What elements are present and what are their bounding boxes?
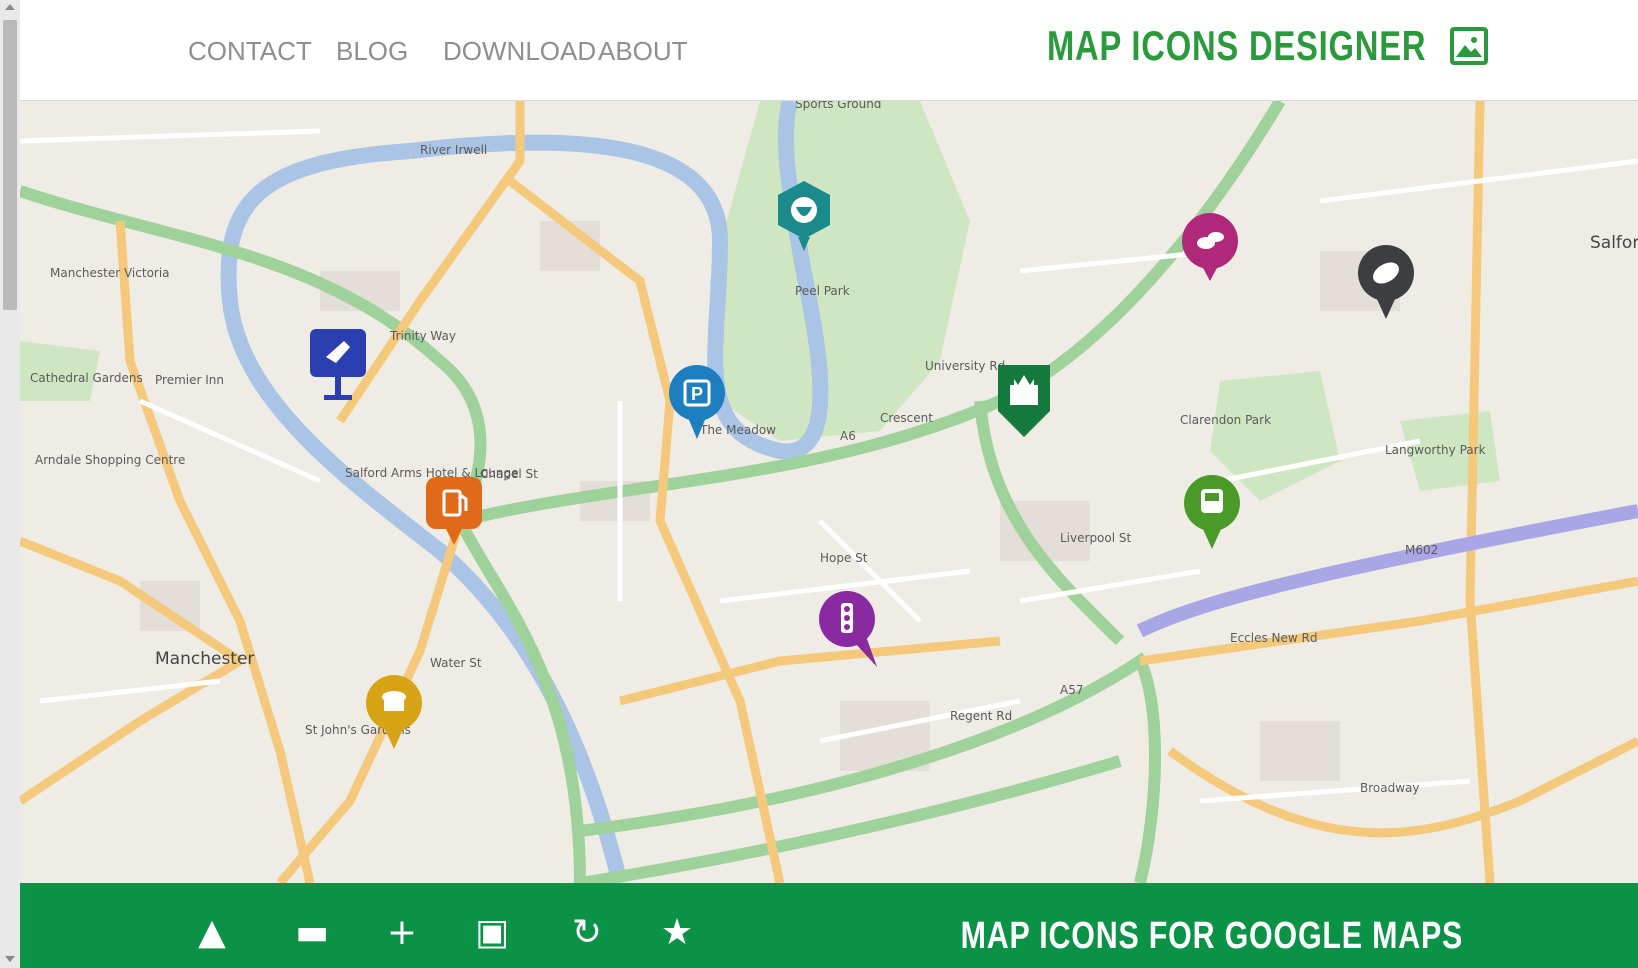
- map-canvas[interactable]: Manchester Manchester Victoria Cathedral…: [20, 101, 1638, 883]
- castle-marker[interactable]: [992, 361, 1056, 441]
- scroll-down-icon[interactable]: [5, 956, 15, 962]
- brand-title: MAP ICONS DESIGNER: [1046, 22, 1426, 69]
- footer-title: MAP ICONS FOR GOOGLE MAPS: [960, 915, 1463, 957]
- bakery-marker[interactable]: [362, 673, 426, 753]
- svg-text:P: P: [691, 384, 703, 404]
- gas-station-marker[interactable]: [422, 473, 486, 553]
- label-water-st: Water St: [430, 656, 482, 670]
- parking-marker[interactable]: P: [665, 363, 729, 443]
- label-cathedral: Cathedral Gardens: [30, 371, 143, 385]
- label-liverpool-st: Liverpool St: [1060, 531, 1132, 545]
- nav-download[interactable]: DOWNLOAD: [443, 36, 596, 67]
- star-icon: ★: [660, 912, 694, 953]
- label-a57: A57: [1060, 683, 1084, 697]
- scroll-up-icon[interactable]: [5, 4, 15, 10]
- nav-contact[interactable]: CONTACT: [188, 36, 312, 67]
- football-marker[interactable]: [1354, 243, 1418, 323]
- refresh-icon: ↻: [571, 912, 603, 953]
- label-clarendon: Clarendon Park: [1180, 413, 1272, 427]
- sushi-marker[interactable]: [1178, 211, 1242, 291]
- label-river-irwell: River Irwell: [420, 143, 488, 157]
- label-a6: A6: [840, 429, 856, 443]
- label-hope-st: Hope St: [820, 551, 868, 565]
- label-m602: M602: [1405, 543, 1439, 557]
- car-icon: ▣: [474, 912, 509, 953]
- map-picture-icon: [1450, 27, 1488, 65]
- nav-blog[interactable]: BLOG: [336, 36, 408, 67]
- label-peel-park: Peel Park: [795, 284, 850, 298]
- share-icon: ▲: [198, 912, 226, 953]
- label-salford: Salford: [1590, 233, 1638, 253]
- brand[interactable]: MAP ICONS DESIGNER: [940, 22, 1488, 70]
- label-langworthy: Langworthy Park: [1385, 443, 1486, 457]
- label-crescent: Crescent: [880, 411, 933, 425]
- vertical-scrollbar[interactable]: [0, 0, 21, 968]
- traffic-light-marker[interactable]: [815, 589, 879, 669]
- label-regent-rd: Regent Rd: [950, 709, 1013, 723]
- label-sports-ground: Sports Ground: [795, 101, 882, 111]
- train-marker[interactable]: [1180, 473, 1244, 553]
- plus-icon: +: [386, 912, 418, 953]
- label-broadway: Broadway: [1360, 781, 1420, 795]
- label-eccles-new-rd: Eccles New Rd: [1230, 631, 1318, 645]
- label-arndale: Arndale Shopping Centre: [35, 453, 186, 467]
- strawberry-marker[interactable]: [772, 179, 836, 259]
- scrollbar-thumb[interactable]: [3, 20, 17, 310]
- label-victoria: Manchester Victoria: [50, 266, 170, 280]
- site-header: CONTACT BLOG DOWNLOAD ABOUT MAP ICONS DE…: [20, 0, 1638, 101]
- nav-about[interactable]: ABOUT: [598, 36, 688, 67]
- label-premier-inn: Premier Inn: [155, 373, 224, 387]
- footer-banner: MAP ICONS FOR GOOGLE MAPS ▲ ▬ + ▣ ↻ ★: [20, 883, 1638, 968]
- meat-marker[interactable]: [306, 327, 370, 407]
- label-trinity-way: Trinity Way: [390, 329, 456, 343]
- label-chapel-st: Chapel St: [480, 467, 538, 481]
- label-city: Manchester: [155, 649, 255, 669]
- message-icon: ▬: [294, 912, 329, 953]
